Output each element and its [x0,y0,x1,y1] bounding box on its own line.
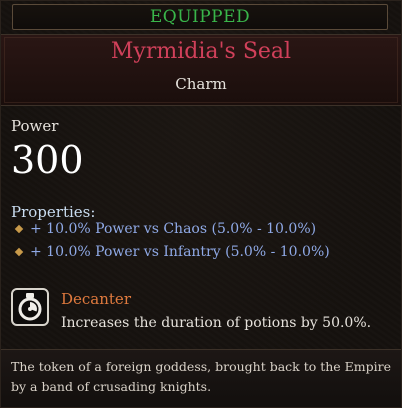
potion-clock-icon [11,288,49,326]
item-name: Myrmidia's Seal [110,39,292,64]
flavor-text: The token of a foreign goddess, brought … [11,359,392,394]
item-type: Charm [175,75,227,93]
diamond-bullet-icon [14,224,24,234]
property-text: + 10.0% Power vs Chaos (5.0% - 10.0%) [30,221,317,237]
item-tooltip: EQUIPPED Myrmidia's Seal Charm Power 300… [0,0,402,408]
ability-name: Decanter [61,290,131,308]
equipped-banner: EQUIPPED [12,4,388,30]
power-value: 300 [11,138,84,182]
power-label: Power [11,117,59,135]
equipped-label: EQUIPPED [149,7,251,27]
property-text: + 10.0% Power vs Infantry (5.0% - 10.0%) [30,244,330,260]
property-row: + 10.0% Power vs Chaos (5.0% - 10.0%) [14,219,316,239]
property-row: + 10.0% Power vs Infantry (5.0% - 10.0%) [14,242,330,262]
diamond-bullet-icon [14,247,24,257]
ability-description: Increases the duration of potions by 50.… [61,315,372,331]
